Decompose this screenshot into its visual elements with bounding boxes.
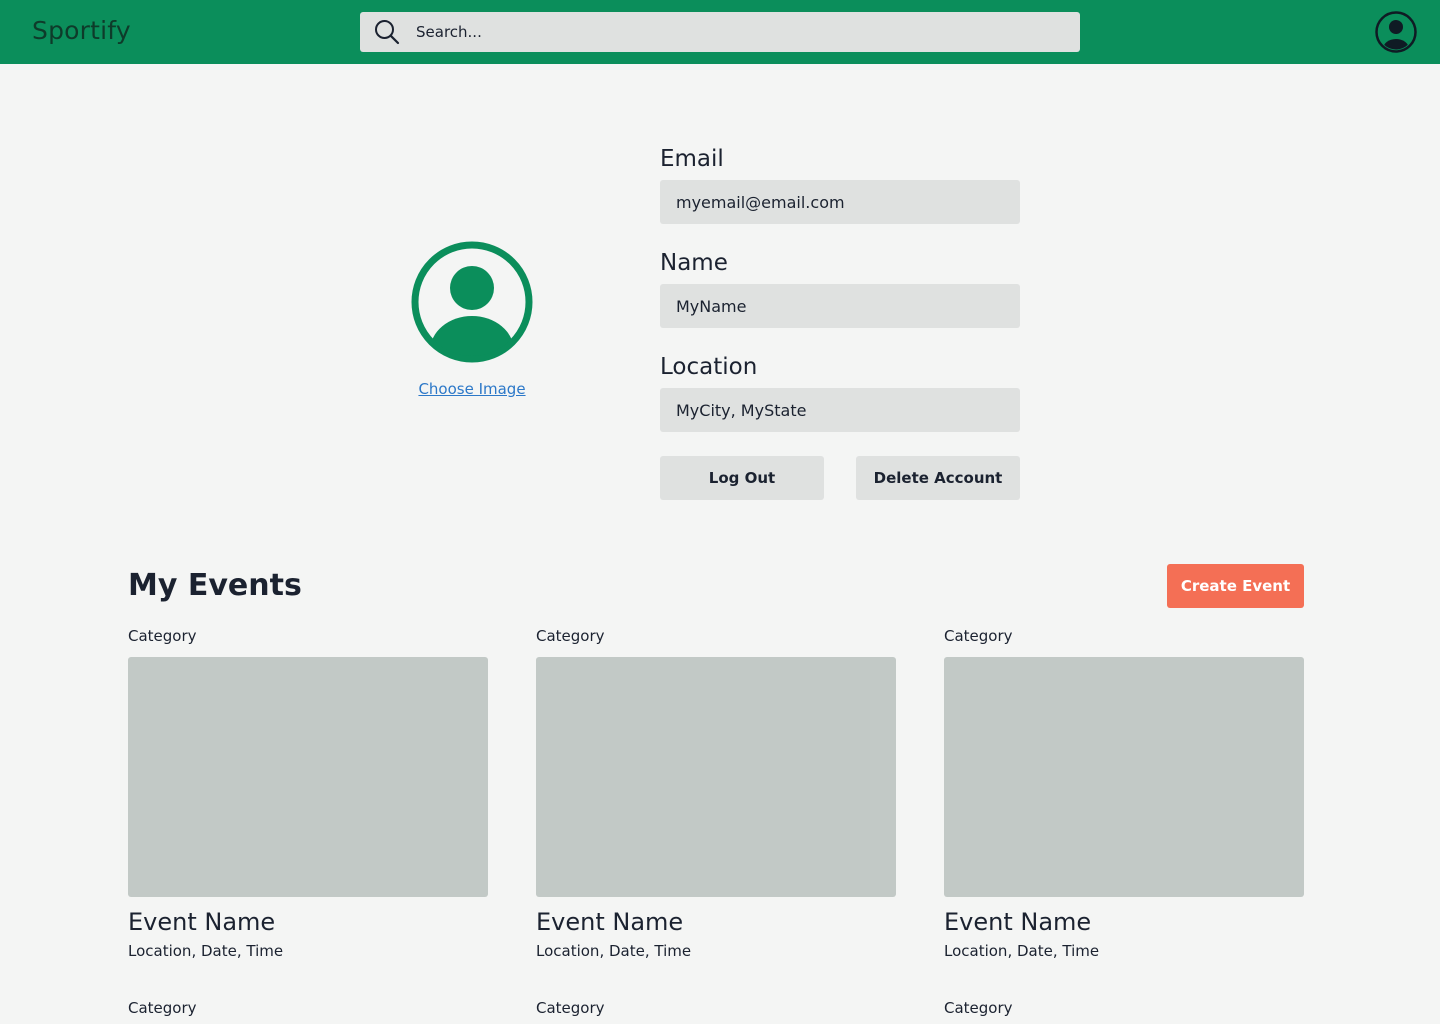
name-label: Name [660, 250, 728, 276]
event-meta: Location, Date, Time [536, 942, 692, 960]
event-card[interactable]: Category Event Name Location, Date, Time [944, 627, 1304, 960]
my-events-title: My Events [128, 568, 302, 603]
location-field[interactable] [660, 388, 1020, 432]
event-image-placeholder[interactable] [128, 657, 488, 897]
email-label: Email [660, 146, 724, 172]
brand-logo[interactable]: Sportify [32, 16, 131, 45]
profile-picture-avatar-icon [411, 241, 533, 363]
account-circle-icon[interactable] [1375, 11, 1417, 53]
delete-account-button[interactable]: Delete Account [856, 456, 1020, 500]
event-category: Category [536, 999, 605, 1017]
location-label: Location [660, 354, 758, 380]
event-image-placeholder[interactable] [944, 657, 1304, 897]
event-category: Category [944, 999, 1013, 1017]
event-name[interactable]: Event Name [128, 908, 488, 936]
event-category: Category [944, 627, 1013, 645]
event-meta: Location, Date, Time [944, 942, 1100, 960]
event-meta: Location, Date, Time [128, 942, 284, 960]
log-out-button[interactable]: Log Out [660, 456, 824, 500]
search-input[interactable] [416, 12, 1056, 52]
top-nav-bar: Sportify [0, 0, 1440, 64]
event-category: Category [536, 627, 605, 645]
create-event-button[interactable]: Create Event [1167, 564, 1304, 608]
search-bar[interactable] [360, 12, 1080, 52]
event-category: Category [128, 999, 197, 1017]
event-card[interactable]: Category Event Name Location, Date, Time [536, 627, 896, 960]
name-field[interactable] [660, 284, 1020, 328]
event-category: Category [128, 627, 197, 645]
event-name[interactable]: Event Name [944, 908, 1304, 936]
search-icon [375, 20, 400, 45]
event-name[interactable]: Event Name [536, 908, 896, 936]
choose-image-link[interactable]: Choose Image [372, 380, 572, 398]
email-field[interactable] [660, 180, 1020, 224]
event-image-placeholder[interactable] [536, 657, 896, 897]
event-card[interactable]: Category Event Name Location, Date, Time [128, 627, 488, 960]
